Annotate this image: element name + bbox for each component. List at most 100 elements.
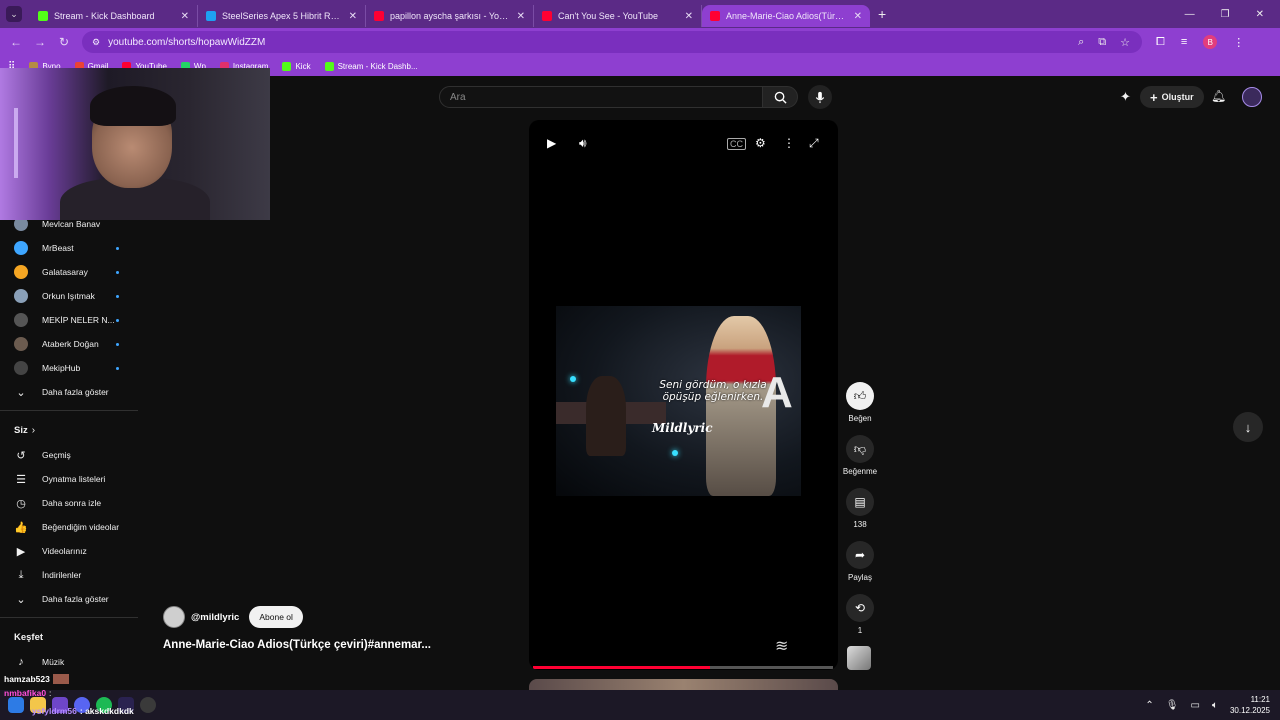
- tab-search-icon[interactable]: ⌄: [6, 6, 22, 22]
- video-icon: ▶: [16, 545, 26, 558]
- sound-thumbnail[interactable]: [847, 646, 871, 670]
- sidebar-item[interactable]: 👍 Beğendiğim videolar: [0, 515, 140, 539]
- create-button[interactable]: + Oluştur: [1140, 86, 1204, 108]
- volume-icon[interactable]: 🔊︎: [579, 136, 587, 151]
- search-input[interactable]: Ara: [439, 86, 763, 108]
- browser-tab[interactable]: Stream - Kick Dashboard ✕: [30, 5, 198, 27]
- you-section-heading[interactable]: Siz ›: [0, 417, 140, 443]
- back-icon[interactable]: ←: [4, 35, 28, 49]
- browser-tab[interactable]: Anne-Marie-Ciao Adios(Türkçe ✕: [702, 5, 870, 27]
- tab-close-icon[interactable]: ✕: [685, 11, 693, 22]
- install-app-icon[interactable]: ⧉: [1098, 36, 1106, 49]
- sidebar-item[interactable]: ↺ Geçmiş: [0, 443, 140, 467]
- chat-username: ysfyldrm56: [32, 706, 77, 716]
- explore-heading-label: Keşfet: [14, 631, 44, 643]
- stage-light: [570, 376, 576, 382]
- tab-close-icon[interactable]: ✕: [349, 11, 357, 22]
- new-tab-button[interactable]: +: [878, 6, 886, 22]
- bookmark-item[interactable]: Stream - Kick Dashb...: [324, 61, 418, 71]
- browser-tab[interactable]: SteelSeries Apex 5 Hibrit RGB İ ✕: [198, 5, 366, 27]
- play-icon[interactable]: ▶: [547, 136, 556, 150]
- chevron-down-icon: ⌄: [16, 593, 26, 606]
- show-more-library[interactable]: ⌄ Daha fazla göster: [0, 587, 140, 611]
- profile-avatar[interactable]: B: [1203, 35, 1218, 49]
- tab-favicon-icon: [38, 11, 48, 21]
- sidebar-item-label: Geçmiş: [42, 450, 71, 460]
- sidebar-item[interactable]: ◷ Daha sonra izle: [0, 491, 140, 515]
- dislike-button[interactable]: 👎︎ Beğenme: [838, 435, 882, 488]
- video-progress-bar[interactable]: [533, 666, 833, 669]
- browser-menu-icon[interactable]: ⋮: [1233, 36, 1244, 49]
- streamer-hair: [90, 86, 176, 126]
- subscription-item[interactable]: MEKİP NELER N...: [0, 308, 140, 332]
- show-more-label: Daha fazla göster: [42, 594, 109, 604]
- subscription-item[interactable]: Galatasaray: [0, 260, 140, 284]
- sidebar-divider: [0, 410, 138, 411]
- zoom-icon[interactable]: ⌕: [1078, 36, 1084, 49]
- media-control-icon[interactable]: ≡: [1181, 36, 1187, 48]
- sidebar-item[interactable]: ⤓ İndirilenler: [0, 563, 140, 587]
- share-icon: ➦: [846, 541, 874, 569]
- video-title[interactable]: Anne-Marie-Ciao Adios(Türkçe çeviri)#ann…: [163, 639, 431, 651]
- voice-search-button[interactable]: [808, 85, 832, 109]
- chat-text: : akskdkdkdk: [79, 706, 134, 716]
- subscription-label: Galatasaray: [42, 267, 88, 277]
- close-window-icon[interactable]: ✕: [1256, 9, 1264, 20]
- share-button[interactable]: ➦ Paylaş: [838, 541, 882, 594]
- settings-gear-icon[interactable]: ⚙: [755, 136, 766, 150]
- new-content-dot: [116, 319, 119, 322]
- tab-close-icon[interactable]: ✕: [181, 11, 189, 22]
- shorts-player[interactable]: ▶ 🔊︎ CC ⚙ ⋮ ⤢ Seni gördüm, o kızla öpüşü…: [529, 120, 838, 670]
- reload-icon[interactable]: ↻: [52, 35, 76, 49]
- site-info-icon[interactable]: ⚙: [92, 37, 100, 48]
- account-avatar[interactable]: [1242, 87, 1262, 107]
- webcam-overlay: [0, 68, 270, 220]
- tab-close-icon[interactable]: ✕: [517, 11, 525, 22]
- remix-button[interactable]: ⟲ 1: [838, 594, 882, 647]
- search-button[interactable]: [762, 86, 798, 108]
- system-clock[interactable]: 11:21 30.12.2025: [1230, 694, 1270, 716]
- chat-message: ysfyldrm56 : akskdkdkdk: [28, 704, 134, 718]
- network-icon[interactable]: ▭: [1191, 700, 1200, 711]
- channel-name[interactable]: @mildlyric: [191, 612, 239, 623]
- fullscreen-icon[interactable]: ⤢: [809, 136, 819, 151]
- microphone-tray-icon[interactable]: 🎙︎: [1166, 700, 1179, 711]
- captions-icon[interactable]: CC: [727, 138, 746, 150]
- system-tray: ⌃ 🎙︎ ▭ 🔈︎ 11:21 30.12.2025: [1145, 694, 1280, 716]
- comments-button[interactable]: ▤ 138: [838, 488, 882, 541]
- subscription-item[interactable]: MekipHub: [0, 356, 140, 380]
- restore-icon[interactable]: ❐: [1221, 9, 1230, 20]
- sidebar-item[interactable]: ☰ Oynatma listeleri: [0, 467, 140, 491]
- show-more-subscriptions[interactable]: ⌄ Daha fazla göster: [0, 380, 140, 404]
- speaker-icon[interactable]: 🔈︎: [1212, 700, 1218, 711]
- sparkle-icon[interactable]: ✦: [1120, 89, 1131, 105]
- more-options-icon[interactable]: ⋮: [783, 136, 795, 150]
- sidebar-item[interactable]: ♪ Müzik: [0, 650, 140, 674]
- browser-tab[interactable]: papillon ayscha şarkısı - YouTub ✕: [366, 5, 534, 27]
- browser-tab[interactable]: Can't You See - YouTube ✕: [534, 5, 702, 27]
- sidebar-item[interactable]: ▶ Videolarınız: [0, 539, 140, 563]
- url-input[interactable]: ⚙ youtube.com/shorts/hopawWidZZM ⌕ ⧉ ☆: [82, 31, 1142, 53]
- subscription-item[interactable]: Ataberk Doğan: [0, 332, 140, 356]
- subscription-item[interactable]: Orkun Işıtmak: [0, 284, 140, 308]
- bookmark-star-icon[interactable]: ☆: [1120, 36, 1130, 49]
- create-label: Oluştur: [1161, 92, 1194, 102]
- like-button[interactable]: 👍︎ Beğen: [838, 382, 882, 435]
- subscribe-button[interactable]: Abone ol: [249, 606, 303, 628]
- new-content-dot: [116, 271, 119, 274]
- minimize-icon[interactable]: —: [1185, 9, 1195, 20]
- forward-icon[interactable]: →: [28, 35, 52, 49]
- tab-close-icon[interactable]: ✕: [854, 11, 862, 22]
- tray-overflow-icon[interactable]: ⌃: [1145, 700, 1153, 711]
- next-video-button[interactable]: ↓: [1233, 412, 1263, 442]
- clock-date: 30.12.2025: [1229, 706, 1270, 715]
- bookmark-item[interactable]: Kick: [282, 61, 311, 71]
- video-progress-fill: [533, 666, 710, 669]
- thumb-up-icon: 👍: [14, 521, 28, 534]
- clock-icon: ◷: [16, 497, 26, 510]
- bookmark-favicon-icon: [324, 61, 334, 71]
- subscription-item[interactable]: MrBeast: [0, 236, 140, 260]
- channel-avatar[interactable]: [163, 606, 185, 628]
- extensions-icon[interactable]: ⧠: [1156, 36, 1165, 49]
- notifications-bell-icon[interactable]: 🔔︎: [1211, 89, 1226, 103]
